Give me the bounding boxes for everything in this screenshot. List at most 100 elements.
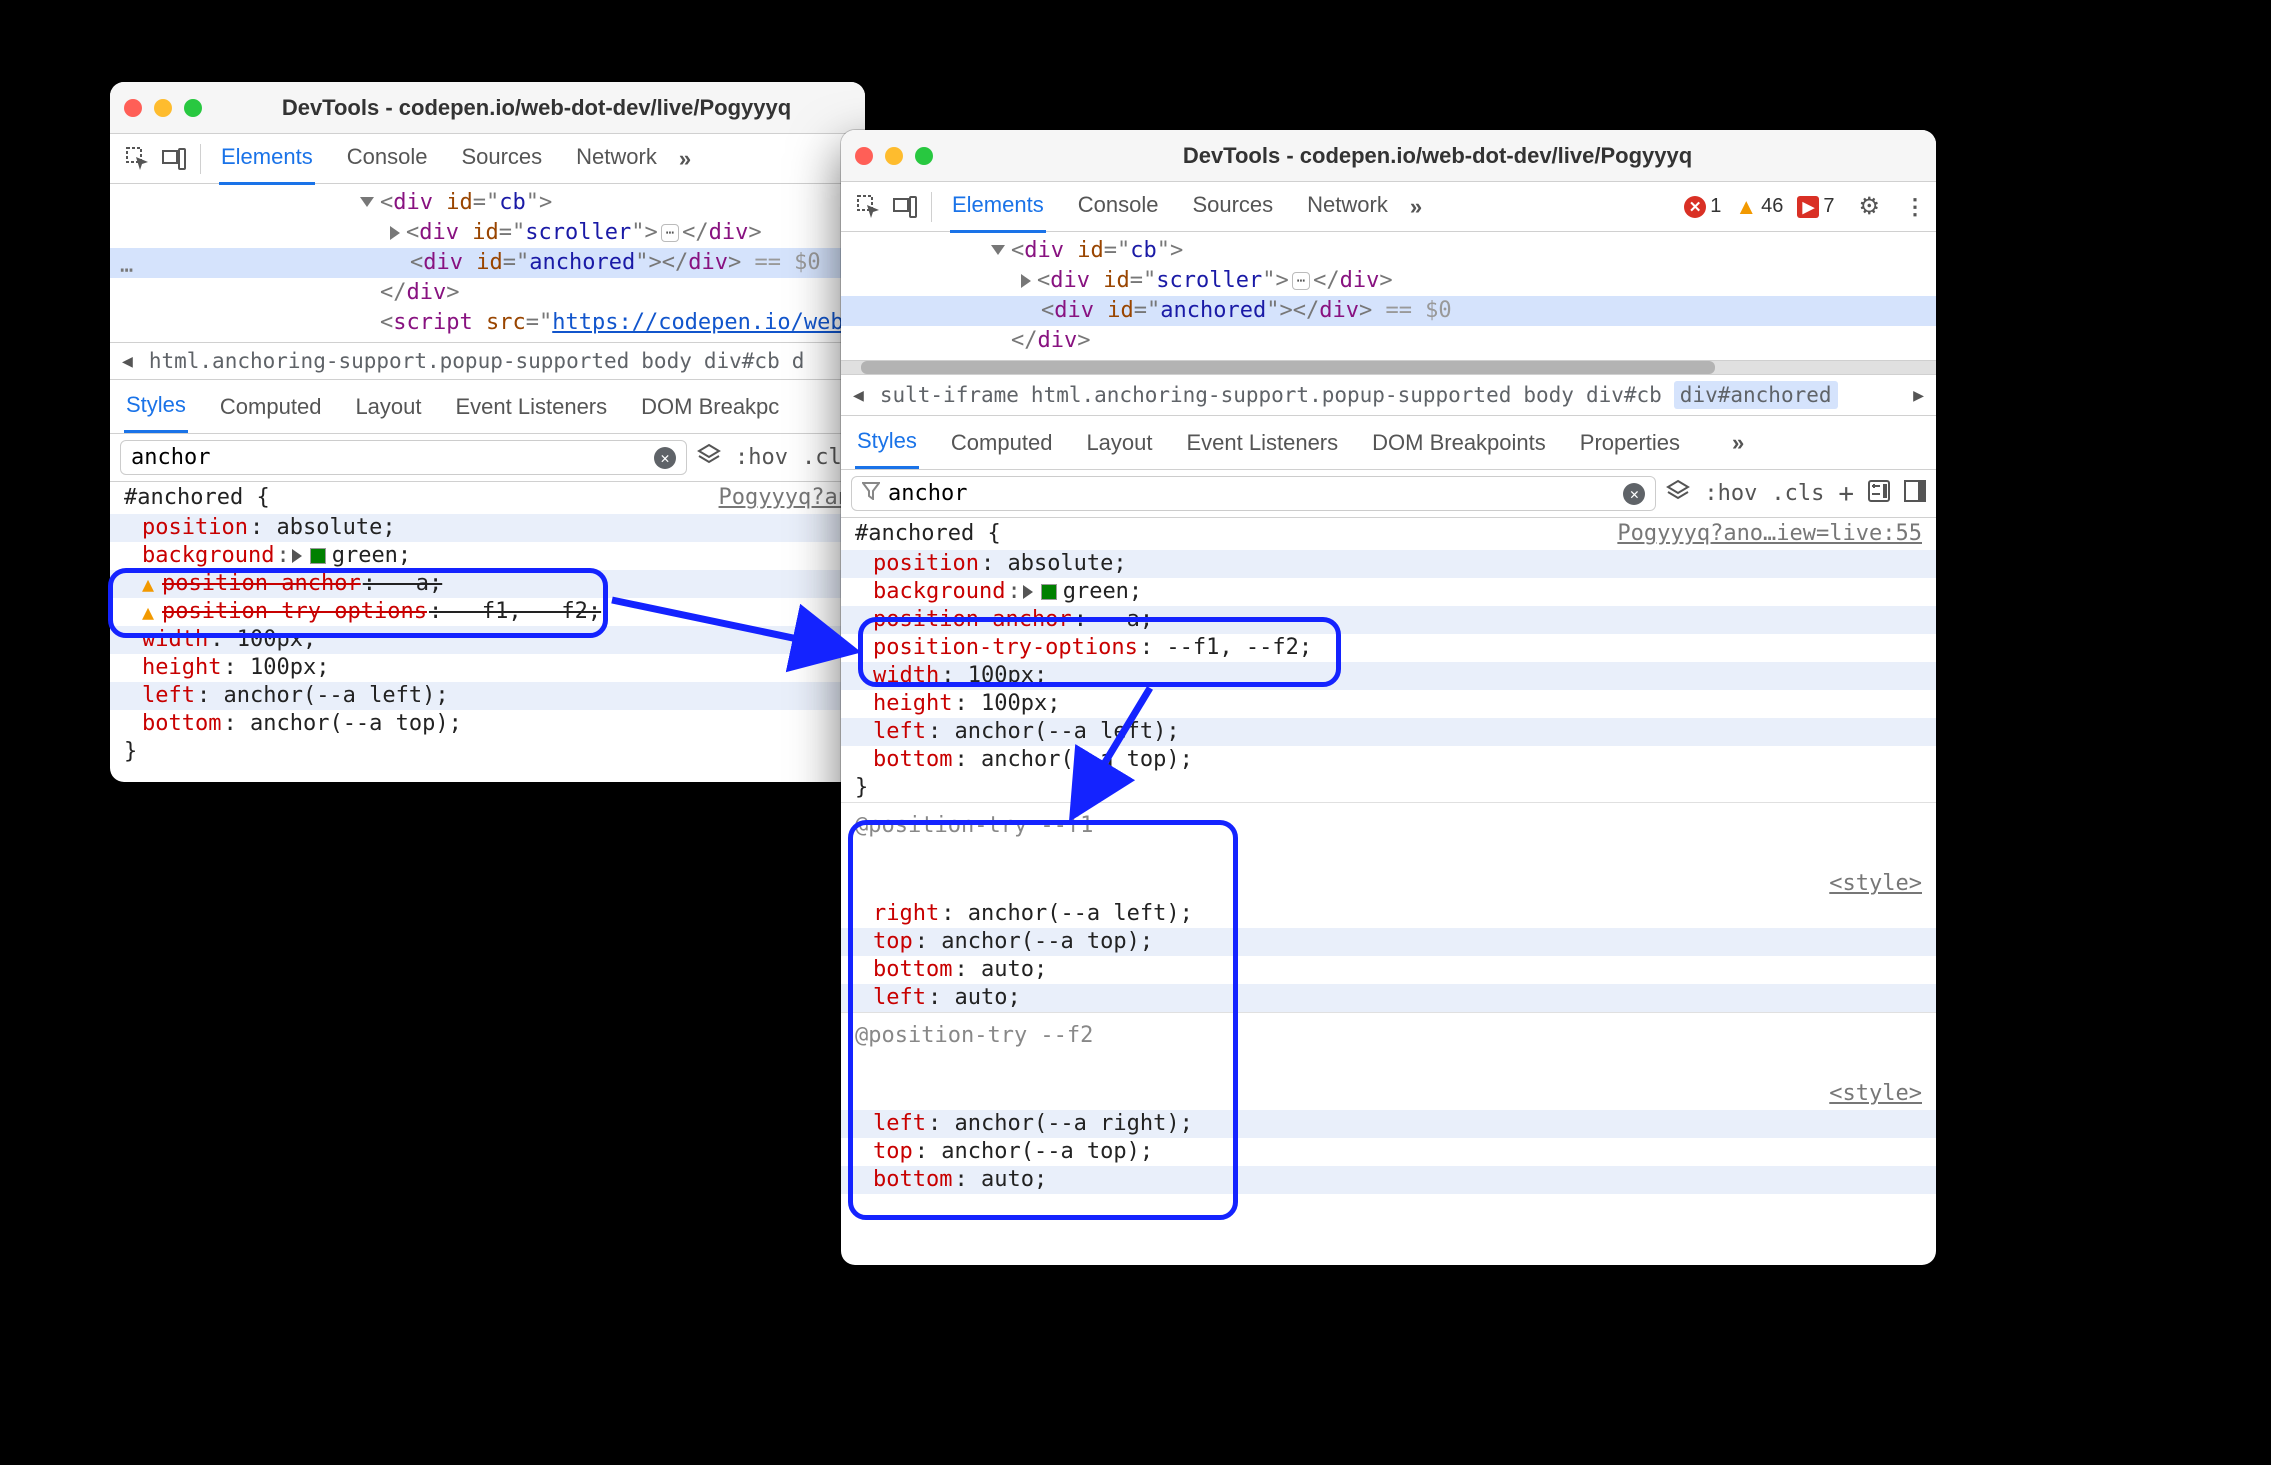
filter-value: anchor: [131, 445, 210, 470]
filter-input[interactable]: anchor ✕: [851, 476, 1656, 511]
subtab-computed[interactable]: Computed: [949, 418, 1055, 468]
breadcrumb-item-selected[interactable]: div#anchored: [1674, 381, 1838, 409]
zoom-icon[interactable]: [915, 147, 933, 165]
settings-icon[interactable]: ⚙: [1858, 192, 1880, 221]
breadcrumb[interactable]: ◀ sult-iframe html.anchoring-support.pop…: [841, 374, 1936, 416]
horizontal-scrollbar[interactable]: [841, 360, 1936, 374]
devtools-window-right: DevTools - codepen.io/web-dot-dev/live/P…: [841, 130, 1936, 1265]
computed-icon[interactable]: [1868, 480, 1890, 508]
window-title: DevTools - codepen.io/web-dot-dev/live/P…: [222, 95, 851, 121]
breadcrumb-back-icon[interactable]: ◀: [118, 351, 137, 372]
zoom-icon[interactable]: [184, 99, 202, 117]
breadcrumb-item[interactable]: html.anchoring-support.popup-supported: [149, 349, 629, 373]
kebab-icon[interactable]: ⋮: [1904, 194, 1926, 220]
css-selector[interactable]: #anchored {: [855, 520, 1001, 548]
panel-tabs: Elements Console Sources Network: [219, 132, 659, 185]
tab-console[interactable]: Console: [1076, 180, 1161, 233]
inspect-icon[interactable]: [851, 195, 887, 219]
subtab-computed[interactable]: Computed: [218, 382, 324, 432]
filter-input[interactable]: anchor ✕: [120, 440, 687, 475]
tab-sources[interactable]: Sources: [459, 132, 544, 185]
subtab-styles[interactable]: Styles: [855, 416, 919, 469]
color-swatch[interactable]: [310, 548, 326, 564]
error-count: 1: [1710, 195, 1721, 218]
dock-icon[interactable]: [1904, 480, 1926, 508]
close-icon[interactable]: [124, 99, 142, 117]
warning-icon: ▲: [142, 598, 154, 626]
breadcrumb[interactable]: ◀ html.anchoring-support.popup-supported…: [110, 342, 865, 380]
tab-network[interactable]: Network: [1305, 180, 1390, 233]
styles-subtabs: Styles Computed Layout Event Listeners D…: [110, 380, 865, 434]
close-icon[interactable]: [855, 147, 873, 165]
window-title: DevTools - codepen.io/web-dot-dev/live/P…: [953, 143, 1922, 169]
color-swatch[interactable]: [1041, 584, 1057, 600]
tab-sources[interactable]: Sources: [1190, 180, 1275, 233]
styles-pane[interactable]: #anchored { Pogyyyq?ano…iew=live:55 posi…: [841, 518, 1936, 1194]
separator: [931, 192, 932, 222]
at-rule-header[interactable]: @position-try --f2: [855, 1022, 1093, 1050]
more-subtabs-icon[interactable]: »: [1732, 430, 1742, 456]
tab-console[interactable]: Console: [345, 132, 430, 185]
css-selector[interactable]: #anchored {: [124, 484, 270, 512]
breadcrumb-item[interactable]: sult-iframe: [880, 383, 1019, 407]
rule-source-link[interactable]: Pogyyyq?an: [719, 484, 851, 512]
devtools-window-left: DevTools - codepen.io/web-dot-dev/live/P…: [110, 82, 865, 782]
styles-filterbar: anchor ✕ :hov .cls +: [841, 470, 1936, 518]
elements-tree[interactable]: <div id="cb"> <div id="scroller">⋯</div>…: [110, 184, 865, 342]
window-traffic-lights: [124, 99, 202, 117]
breadcrumb-item[interactable]: div#cb: [1586, 383, 1662, 407]
styles-filterbar: anchor ✕ :hov .cls: [110, 434, 865, 482]
warning-icon: ▲: [142, 570, 154, 598]
more-tabs-icon[interactable]: »: [1410, 194, 1420, 220]
breadcrumb-item[interactable]: d: [792, 349, 805, 373]
layers-icon[interactable]: [697, 443, 721, 473]
subtab-styles[interactable]: Styles: [124, 380, 188, 433]
main-toolbar: Elements Console Sources Network » ✕1 ▲4…: [841, 182, 1936, 232]
style-source-link[interactable]: <style>: [1829, 1080, 1922, 1108]
breadcrumb-item[interactable]: html.anchoring-support.popup-supported: [1031, 383, 1511, 407]
cls-button[interactable]: .cls: [1771, 481, 1824, 506]
styles-subtabs: Styles Computed Layout Event Listeners D…: [841, 416, 1936, 470]
hov-button[interactable]: :hov: [735, 445, 788, 470]
device-icon[interactable]: [156, 148, 192, 170]
window-traffic-lights: [855, 147, 933, 165]
subtab-eventlisteners[interactable]: Event Listeners: [1185, 418, 1341, 468]
minimize-icon[interactable]: [154, 99, 172, 117]
filter-value: anchor: [888, 481, 967, 506]
styles-pane[interactable]: #anchored { Pogyyyq?an position: absolut…: [110, 482, 865, 766]
tab-network[interactable]: Network: [574, 132, 659, 185]
ellipsis-icon: ⋯: [120, 256, 133, 286]
subtab-dombp[interactable]: DOM Breakpc: [639, 382, 781, 432]
clear-icon[interactable]: ✕: [1623, 483, 1645, 505]
main-toolbar: Elements Console Sources Network »: [110, 134, 865, 184]
new-rule-button[interactable]: +: [1838, 479, 1854, 509]
info-badge-icon: ▶: [1797, 196, 1819, 218]
elements-tree[interactable]: <div id="cb"> <div id="scroller">⋯</div>…: [841, 232, 1936, 360]
at-rule-header[interactable]: @position-try --f1: [855, 812, 1093, 840]
breadcrumb-item[interactable]: body: [641, 349, 692, 373]
subtab-dombp[interactable]: DOM Breakpoints: [1370, 418, 1548, 468]
layers-icon[interactable]: [1666, 479, 1690, 509]
hov-button[interactable]: :hov: [1704, 481, 1757, 506]
style-source-link[interactable]: <style>: [1829, 870, 1922, 898]
subtab-eventlisteners[interactable]: Event Listeners: [454, 382, 610, 432]
subtab-properties[interactable]: Properties: [1578, 418, 1682, 468]
subtab-layout[interactable]: Layout: [1084, 418, 1154, 468]
device-icon[interactable]: [887, 196, 923, 218]
breadcrumb-item[interactable]: body: [1523, 383, 1574, 407]
titlebar: DevTools - codepen.io/web-dot-dev/live/P…: [110, 82, 865, 134]
tab-elements[interactable]: Elements: [219, 132, 315, 185]
breadcrumb-forward-icon[interactable]: ▶: [1909, 385, 1928, 406]
minimize-icon[interactable]: [885, 147, 903, 165]
clear-icon[interactable]: ✕: [654, 447, 676, 469]
warning-count: 46: [1761, 195, 1783, 218]
more-tabs-icon[interactable]: »: [679, 146, 689, 172]
breadcrumb-item[interactable]: div#cb: [704, 349, 780, 373]
inspect-icon[interactable]: [120, 147, 156, 171]
error-badge-icon: ✕: [1684, 196, 1706, 218]
tab-elements[interactable]: Elements: [950, 180, 1046, 233]
status-badges[interactable]: ✕1 ▲46 ▶7 ⚙ ⋮: [1684, 192, 1926, 221]
subtab-layout[interactable]: Layout: [353, 382, 423, 432]
breadcrumb-back-icon[interactable]: ◀: [849, 385, 868, 406]
rule-source-link[interactable]: Pogyyyq?ano…iew=live:55: [1617, 520, 1922, 548]
